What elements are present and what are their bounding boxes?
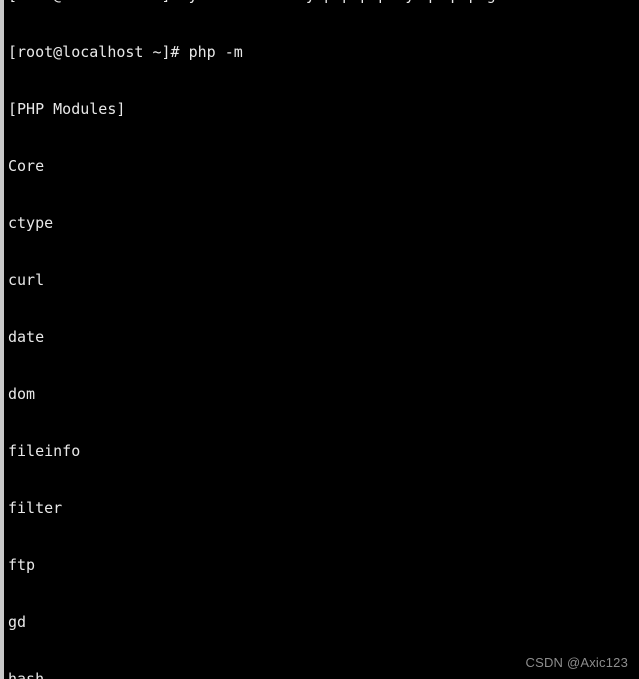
terminal-line-module: fileinfo [8,442,81,460]
window-left-border [0,0,4,679]
terminal-line-module: ctype [8,214,54,232]
terminal-line-module: filter [8,499,63,517]
terminal-output: [root@localhost ~]# php -m [PHP Modules]… [8,5,243,679]
terminal-screen[interactable]: [root@localhost ~]# yum install -y php p… [0,0,639,679]
terminal-line-module: Core [8,157,45,175]
csdn-watermark: CSDN @Axic123 [525,655,628,670]
terminal-line-module: dom [8,385,36,403]
terminal-line-module: gd [8,613,27,631]
terminal-line-module: hash [8,670,45,679]
terminal-line-module: ftp [8,556,36,574]
terminal-line-module: date [8,328,45,346]
terminal-line-section-header: [PHP Modules] [8,100,126,118]
terminal-line-prompt-command: [root@localhost ~]# php -m [8,43,243,61]
terminal-window: [root@localhost ~]# yum install -y php p… [0,0,639,679]
terminal-line-module: curl [8,271,45,289]
